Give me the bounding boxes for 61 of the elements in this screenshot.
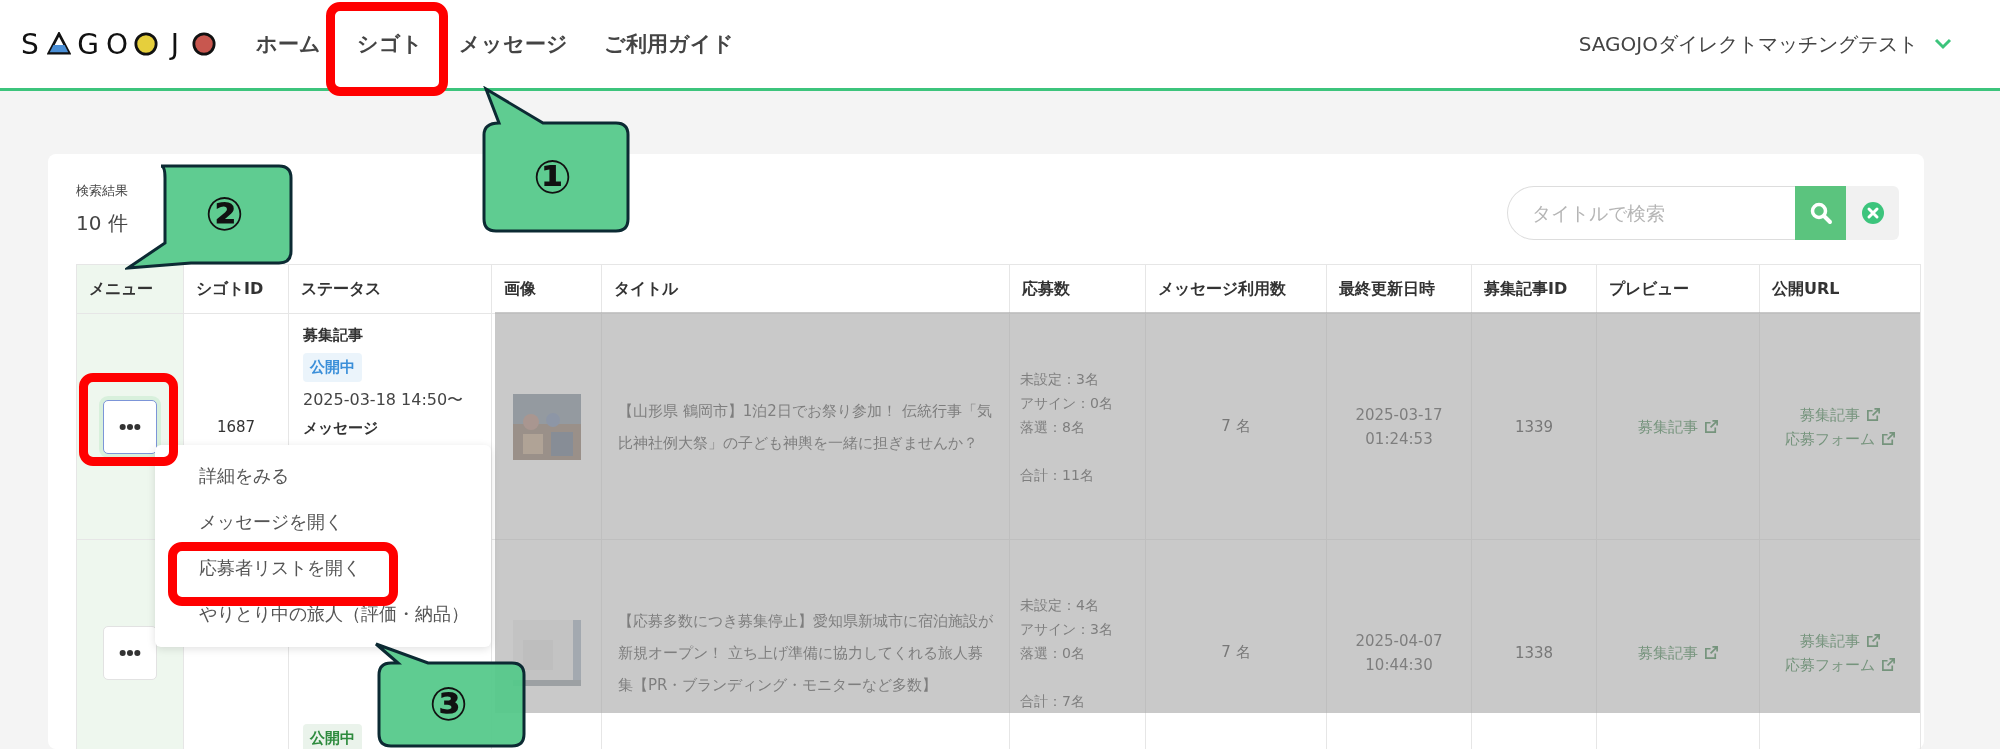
updated-time: 01:24:53 [1365,428,1433,450]
external-link-icon [1865,633,1881,648]
external-link-icon [1703,645,1719,660]
updated-time: 2025-03-17 [1355,404,1443,426]
applicant-count: 未設定：3名 [1020,369,1100,389]
status-label: 募集記事 [303,326,363,345]
applicant-total: 合計：7名 [1020,691,1086,711]
account-name[interactable]: SAGOJOダイレクトマッチングテスト [1578,30,1918,58]
applicant-total: 合計：11名 [1020,465,1095,485]
id-text: 1687 [216,417,256,436]
clear-button[interactable] [1846,186,1899,240]
column-header: ステータス [288,264,492,314]
close-icon [1860,201,1885,225]
column-header: 画像 [491,264,602,314]
updated-time: 2025-04-07 [1355,630,1443,652]
article-id: 1339 [1514,417,1554,436]
search-field[interactable]: タイトルで検索 [1507,186,1795,240]
applicant-count: 未設定：4名 [1020,595,1100,615]
external-link-icon [1880,431,1896,446]
logo[interactable]: S G O J [18,27,216,61]
status-badge: 公開中 [303,353,362,382]
results-count: 10 件 [76,210,128,237]
message-count: 7 名 [1221,643,1251,661]
step-number: ③ [429,681,468,727]
menu-item[interactable]: 詳細をみる [199,463,289,489]
status-label: メッセージ [303,419,378,438]
more-icon [119,422,141,431]
results-label: 検索結果 [76,182,128,200]
more-icon [119,648,141,657]
column-header: メッセージ利用数 [1145,264,1327,314]
external-link-icon [1703,419,1719,434]
external-link-icon [1880,657,1896,672]
status-date: 2025-03-18 14:50〜 [303,390,464,411]
column-header: プレビュー [1596,264,1760,314]
step-number: ① [533,154,572,200]
updated-time: 10:44:30 [1365,654,1433,676]
search-button[interactable] [1795,186,1846,240]
menu-item[interactable]: やりとり中の旅人（評価・納品） [199,601,469,627]
nav-link[interactable]: メッセージ [459,30,568,58]
applicant-count: 落選：0名 [1020,643,1086,663]
nav-link[interactable]: シゴト [357,30,423,58]
menu-item[interactable]: 応募者リストを開く [199,555,361,581]
applicant-count: アサイン：3名 [1020,619,1114,639]
column-header: タイトル [601,264,1010,314]
applicant-count: アサイン：0名 [1020,393,1114,413]
step-number: ② [205,191,244,237]
nav-link[interactable]: ご利用ガイド [604,30,734,58]
column-header: 最終更新日時 [1326,264,1472,314]
applicant-count: 落選：8名 [1020,417,1086,437]
chevron-down-icon[interactable] [1934,38,1952,50]
search-icon [1808,201,1833,225]
column-header: メニュー [76,264,184,314]
column-header: 応募数 [1009,264,1146,314]
message-count: 7 名 [1221,417,1251,435]
nav-link[interactable]: ホーム [256,30,321,58]
menu-item[interactable]: メッセージを開く [199,509,343,535]
column-header: 公開URL [1759,264,1921,314]
status-badge: 公開中 [303,724,362,749]
column-header: 募集記事ID [1471,264,1597,314]
external-link-icon [1865,407,1881,422]
article-id: 1338 [1514,643,1554,662]
